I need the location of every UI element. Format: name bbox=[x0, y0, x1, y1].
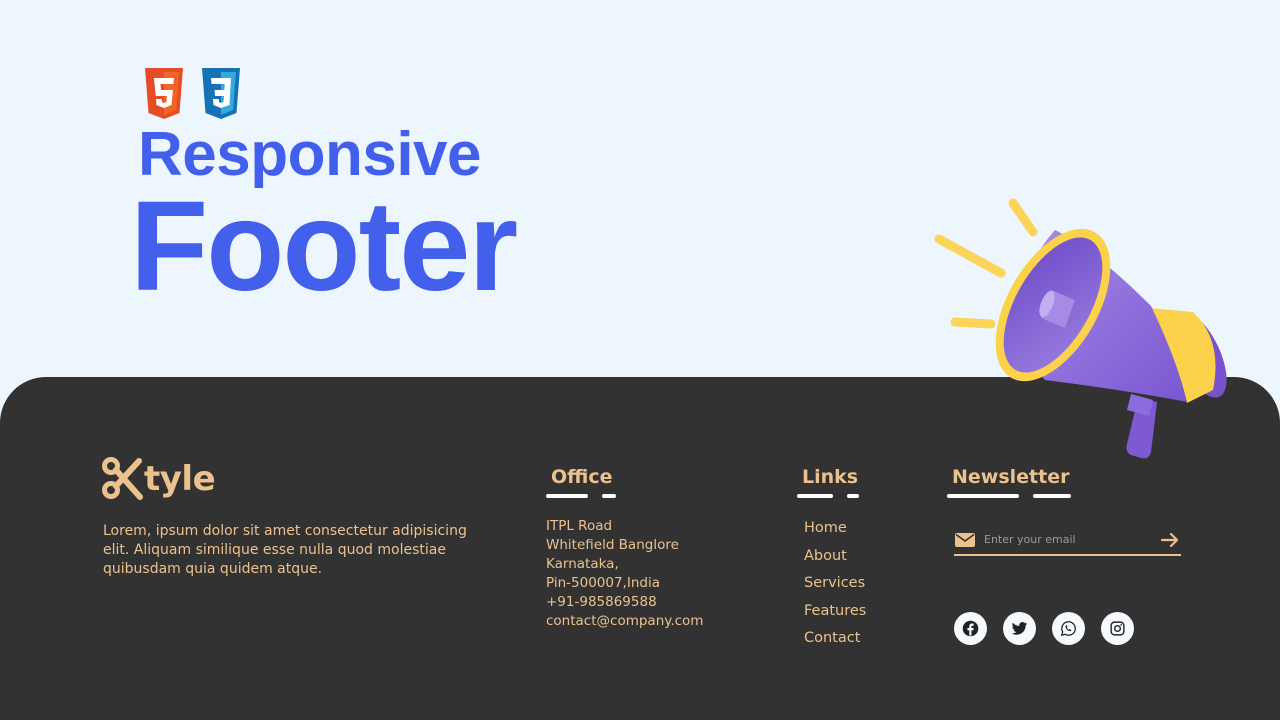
brand-name: tyle bbox=[144, 459, 216, 499]
email-input[interactable] bbox=[984, 533, 1160, 546]
office-title: Office bbox=[551, 466, 613, 488]
link-about[interactable]: About bbox=[804, 548, 847, 564]
link-home[interactable]: Home bbox=[804, 520, 847, 536]
tech-badges bbox=[142, 68, 243, 119]
newsletter-title: Newsletter bbox=[952, 466, 1070, 488]
social-links bbox=[954, 612, 1134, 645]
office-phone: +91-985869588 bbox=[546, 594, 657, 610]
css3-icon bbox=[202, 68, 240, 119]
footer-links: Home About Services Features Contact bbox=[804, 517, 866, 655]
hero-title-line2: Footer bbox=[130, 175, 518, 318]
link-services[interactable]: Services bbox=[804, 575, 865, 591]
link-features[interactable]: Features bbox=[804, 603, 866, 619]
arrow-right-icon[interactable] bbox=[1160, 532, 1180, 548]
megaphone-icon bbox=[934, 198, 1227, 459]
facebook-button[interactable] bbox=[954, 612, 987, 645]
html5-icon bbox=[145, 68, 183, 119]
brand-logo[interactable]: tyle bbox=[102, 457, 216, 501]
links-title: Links bbox=[802, 466, 859, 488]
office-address: ITPL Road Whitefield Banglore Karnataka,… bbox=[546, 517, 703, 631]
link-item: Features bbox=[804, 600, 866, 628]
office-line: Pin-500007,India bbox=[546, 575, 660, 591]
office-email: contact@company.com bbox=[546, 613, 704, 629]
link-item: Contact bbox=[804, 627, 866, 655]
link-item: Home bbox=[804, 517, 866, 545]
about-text: Lorem, ipsum dolor sit amet consectetur … bbox=[103, 523, 467, 577]
twitter-button[interactable] bbox=[1003, 612, 1036, 645]
scissors-icon bbox=[102, 457, 143, 500]
link-item: Services bbox=[804, 572, 866, 600]
twitter-icon bbox=[1011, 622, 1028, 635]
instagram-icon bbox=[1110, 621, 1125, 636]
office-line: Karnataka, bbox=[546, 556, 619, 572]
office-line: ITPL Road bbox=[546, 518, 613, 534]
newsletter-form bbox=[954, 525, 1181, 556]
whatsapp-icon bbox=[1060, 621, 1076, 637]
facebook-icon bbox=[962, 620, 979, 637]
instagram-button[interactable] bbox=[1101, 612, 1134, 645]
links-underline bbox=[797, 494, 859, 498]
office-underline bbox=[546, 494, 616, 498]
link-item: About bbox=[804, 545, 866, 573]
envelope-icon bbox=[955, 532, 975, 547]
link-contact[interactable]: Contact bbox=[804, 630, 860, 646]
whatsapp-button[interactable] bbox=[1052, 612, 1085, 645]
newsletter-underline bbox=[947, 494, 1071, 498]
office-line: Whitefield Banglore bbox=[546, 537, 679, 553]
